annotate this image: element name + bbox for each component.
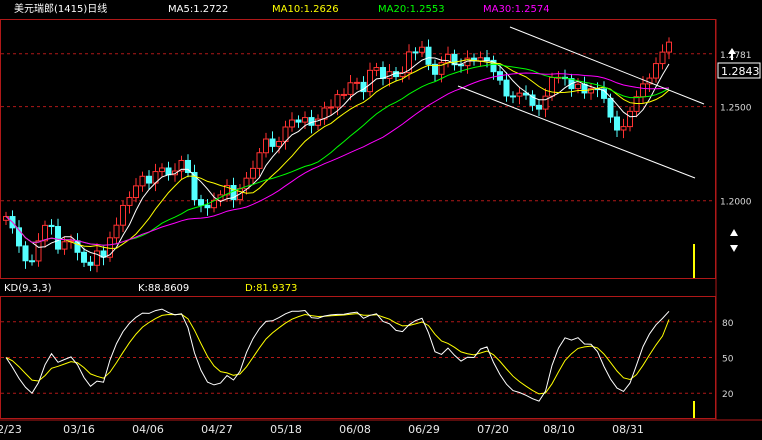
candle-body [575, 83, 581, 90]
date-tick-label: 08/10 [543, 423, 575, 436]
candle-body [627, 110, 633, 128]
candle-body [484, 57, 490, 61]
candle-body [263, 138, 269, 154]
candle-body [653, 63, 659, 79]
candle-body [308, 117, 315, 126]
date-tick-label: 04/06 [132, 423, 164, 436]
candle-body [503, 79, 510, 97]
scroll-up-icon[interactable] [730, 229, 738, 236]
candle-body [412, 51, 419, 54]
candle-body [542, 95, 549, 110]
kd-tick-label: 20 [722, 390, 734, 400]
date-tick-label: 03/16 [63, 423, 95, 436]
ma5-readout: MA5:1.2722 [168, 4, 228, 15]
candle-body [354, 81, 360, 84]
candle-body [48, 224, 55, 228]
ma10-readout: MA10:1.2626 [272, 4, 339, 15]
date-tick-label: 02/23 [0, 423, 22, 436]
kd-title: KD(9,3,3) [4, 283, 52, 294]
date-tick-label: 07/20 [477, 423, 509, 436]
k-readout: K:88.8609 [138, 283, 189, 294]
candle-body [536, 104, 542, 110]
candle-body [250, 167, 256, 179]
candle-body [120, 204, 126, 226]
ma20-readout: MA20:1.2553 [378, 4, 445, 15]
candle-body [419, 46, 425, 53]
candle-body [204, 204, 211, 209]
candle-body [295, 119, 302, 123]
scroll-down-icon[interactable] [730, 245, 738, 252]
candle-body [659, 51, 666, 65]
channel-lower-line [457, 85, 696, 179]
candle-body [35, 240, 42, 262]
candle-body [22, 245, 29, 262]
d-line [5, 313, 670, 395]
candle-body [133, 185, 139, 199]
candle-body [42, 224, 48, 242]
candle-body [302, 117, 308, 123]
price-tick-label: 1.2500 [720, 104, 752, 114]
candle-body [425, 46, 432, 65]
candle-body [113, 224, 120, 239]
candle-body [276, 140, 282, 147]
kd-tick-label: 50 [722, 355, 734, 365]
candle-body [256, 152, 263, 169]
date-tick-label: 06/29 [408, 423, 440, 436]
candle-body [159, 167, 165, 173]
kd-tick-label: 80 [722, 319, 734, 329]
candle-body [126, 197, 133, 206]
candle-body [458, 64, 464, 67]
candle-body [620, 126, 627, 131]
candle-body [61, 241, 68, 250]
candle-body [146, 175, 152, 184]
candle-body [341, 93, 347, 96]
candle-body [633, 96, 640, 112]
candle-body [347, 82, 354, 95]
date-tick-label: 05/18 [270, 423, 302, 436]
candle-body [165, 167, 172, 176]
candle-body [607, 97, 614, 118]
candle-body [289, 119, 295, 128]
candle-body [614, 116, 620, 131]
candle-body [139, 175, 146, 187]
candle-body [406, 51, 412, 74]
candle-body [29, 260, 35, 263]
candle-body [334, 94, 341, 108]
chart-title: 美元瑞郎(1415)日线 [14, 2, 107, 15]
candle-body [581, 83, 588, 94]
candle-body [549, 77, 555, 97]
candle-body [516, 92, 523, 97]
chart-canvas: 美元瑞郎(1415)日线 MA5:1.2722 MA10:1.2626 MA20… [0, 2, 762, 436]
kd-marker [693, 401, 695, 418]
ma30-readout: MA30:1.2574 [483, 4, 550, 15]
candle-body [666, 41, 672, 53]
price-tick-label: 1.2000 [720, 198, 752, 208]
candle-body [367, 69, 373, 93]
candle-body [328, 106, 334, 109]
candle-body [81, 251, 87, 263]
current-price-label: 1.2843 [721, 65, 760, 78]
candle-body [94, 250, 100, 266]
candle-body [269, 138, 276, 147]
candle-body [510, 95, 516, 98]
candle-body [55, 226, 61, 250]
candle-body [87, 261, 94, 266]
candle-body [640, 83, 646, 98]
date-tick-label: 04/27 [201, 423, 233, 436]
price-tick-label: 1.2781 [720, 51, 752, 61]
volume-marker [693, 244, 695, 278]
candle-body [373, 67, 380, 71]
candle-body [198, 199, 204, 206]
date-tick-label: 08/31 [612, 423, 644, 436]
d-readout: D:81.9373 [245, 283, 297, 294]
candle-body [380, 67, 386, 79]
date-tick-label: 06/08 [339, 423, 371, 436]
